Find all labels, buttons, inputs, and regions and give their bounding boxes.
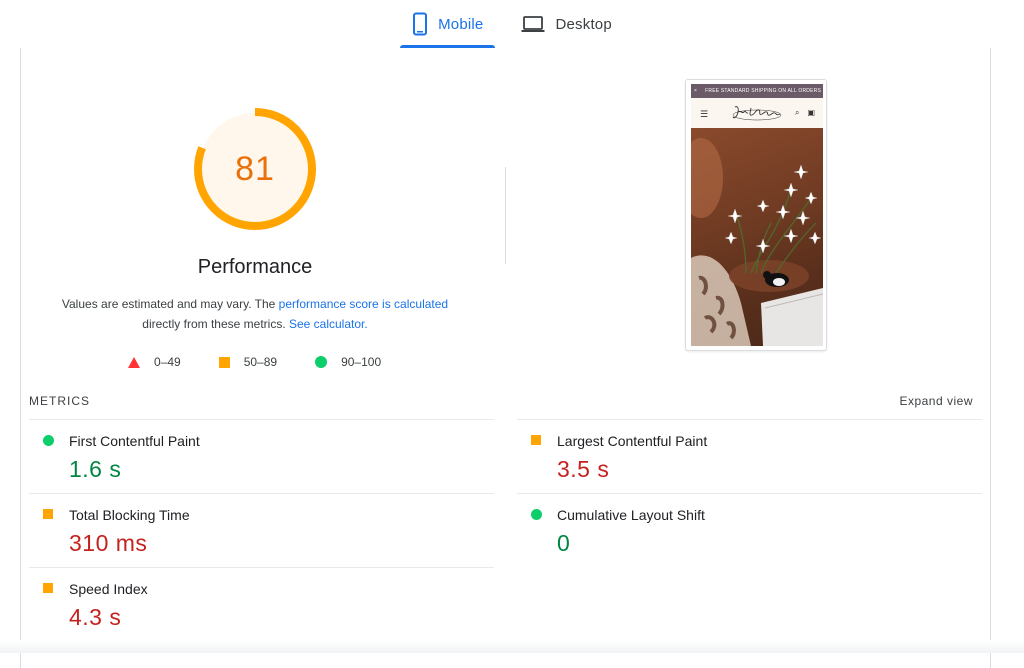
average-indicator-icon (43, 509, 53, 519)
metric-value: 0 (557, 530, 571, 556)
logo-script (732, 106, 782, 121)
menu-icon: ☰ (700, 109, 709, 119)
metric-value: 4.3 s (69, 604, 122, 630)
header-icons: ⌕ ▣ (795, 108, 815, 118)
metrics-heading: METRICS (29, 394, 90, 408)
metric-label: Cumulative Layout Shift (557, 507, 705, 523)
metric-value: 1.6 s (69, 456, 122, 482)
score-legend: 0–49 50–89 90–100 (128, 354, 419, 370)
device-tabs: Mobile Desktop (0, 0, 1024, 48)
metric-value: 3.5 s (557, 456, 610, 482)
metric-total-blocking-time: Total Blocking Time 310 ms (29, 494, 469, 568)
metric-label: Total Blocking Time (69, 507, 190, 523)
metric-label: Largest Contentful Paint (557, 433, 708, 449)
square-icon (218, 356, 230, 368)
tab-desktop[interactable]: Desktop (509, 0, 623, 48)
pass-indicator-icon (43, 435, 54, 446)
search-icon: ⌕ (794, 108, 800, 117)
pass-indicator-icon (531, 509, 542, 520)
legend-fail-range: 0–49 (154, 355, 181, 369)
performance-title: Performance (197, 256, 313, 278)
score-calculated-link[interactable]: performance score is calculated (279, 297, 448, 311)
page-screenshot-thumbnail: × FREE STANDARD SHIPPING ON ALL ORDERS ☰… (685, 79, 827, 351)
performance-score: 81 (235, 149, 275, 188)
metric-largest-contentful-paint: Largest Contentful Paint 3.5 s (517, 420, 957, 494)
legend-pass: 90–100 (315, 355, 381, 369)
metric-label: First Contentful Paint (69, 433, 200, 449)
promo-text: FREE STANDARD SHIPPING ON ALL ORDERS (705, 88, 821, 94)
expand-view-button[interactable]: Expand view (899, 394, 973, 408)
metric-cumulative-layout-shift: Cumulative Layout Shift 0 (517, 494, 957, 568)
metric-value: 310 ms (69, 530, 148, 556)
promo-banner: × FREE STANDARD SHIPPING ON ALL ORDERS (691, 84, 823, 98)
legend-pass-range: 90–100 (341, 355, 382, 369)
metric-speed-index: Speed Index 4.3 s (29, 568, 469, 642)
site-header: ☰ ⌕ ▣ (691, 98, 823, 128)
section-divider (505, 167, 506, 264)
desktop-icon (521, 15, 545, 33)
legend-average: 50–89 (218, 355, 278, 369)
metric-first-contentful-paint: First Contentful Paint 1.6 s (29, 420, 469, 494)
triangle-icon (128, 356, 140, 368)
performance-gauge: 81 (193, 107, 317, 231)
see-calculator-link[interactable]: See calculator. (289, 317, 368, 331)
cart-icon: ▣ (807, 108, 815, 117)
circle-icon (315, 356, 328, 368)
close-icon: × (694, 88, 698, 94)
hero-image (691, 128, 823, 346)
bottom-edge (0, 640, 1024, 653)
desc-text-1: Values are estimated and may vary. The (61, 297, 279, 311)
site-logo (731, 104, 783, 125)
tab-desktop-label: Desktop (555, 15, 612, 33)
legend-fail: 0–49 (128, 355, 181, 369)
mobile-icon (412, 12, 428, 36)
performance-description: Values are estimated and may vary. The p… (40, 294, 470, 334)
metric-label: Speed Index (69, 581, 148, 597)
average-indicator-icon (531, 435, 541, 445)
desc-text-2: directly from these metrics. (142, 317, 289, 331)
tab-mobile-label: Mobile (438, 15, 484, 33)
average-indicator-icon (43, 583, 53, 593)
legend-average-range: 50–89 (243, 355, 278, 369)
tab-mobile[interactable]: Mobile (400, 0, 496, 48)
